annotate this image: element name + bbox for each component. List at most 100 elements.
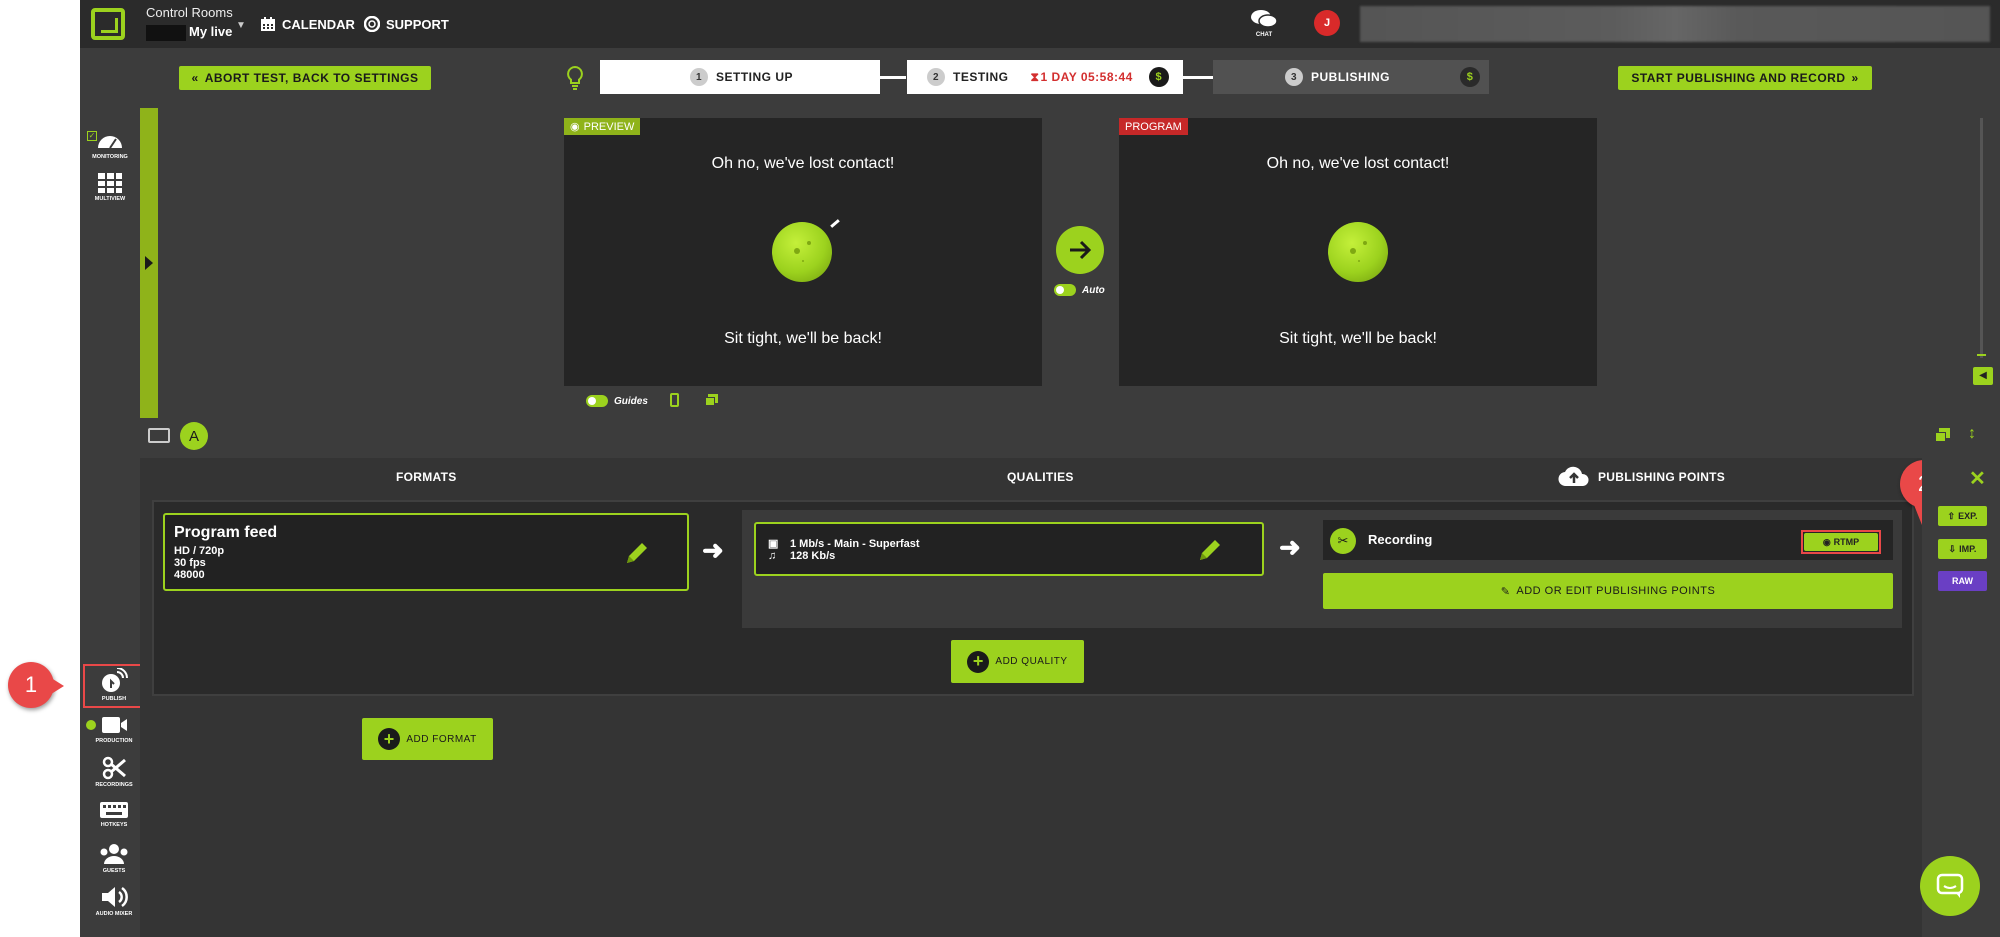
preview-monitor[interactable]: ◉ PREVIEW Oh no, we've lost contact! Sit … — [564, 118, 1042, 386]
arrow-right-icon — [1070, 240, 1092, 260]
formats-header: FORMATS — [396, 470, 457, 484]
export-button[interactable]: ⇧ EXP. — [1938, 506, 1987, 526]
plus-icon: + — [967, 650, 990, 673]
marker-1-pointer — [48, 676, 64, 696]
quality-card[interactable]: ▣ 1 Mb/s - Main - Superfast ♫ 128 Kb/s — [754, 522, 1264, 576]
preview-tag: ◉ PREVIEW — [564, 118, 641, 135]
music-icon: ♫ — [768, 550, 777, 562]
sidebar-item-hotkeys[interactable]: HOTKEYS — [90, 800, 138, 828]
video-camera-icon — [102, 717, 127, 733]
sidebar-item-monitoring[interactable]: MONITORING — [86, 128, 134, 160]
avatar-initial: J — [1323, 17, 1331, 29]
resize-vertical-icon[interactable]: ↕ — [1968, 425, 1976, 443]
export-label: EXP. — [1958, 511, 1978, 521]
guides-switch[interactable] — [586, 395, 608, 407]
transition-button[interactable] — [1056, 226, 1104, 274]
pencil-icon[interactable] — [1196, 536, 1224, 564]
mobile-icon[interactable] — [670, 393, 679, 407]
step-1-label: SETTING UP — [716, 70, 794, 84]
app-window: Control Rooms My live ▼ CALENDAR SUPPORT… — [80, 0, 2000, 937]
publishing-points-header: PUBLISHING POINTS — [1598, 470, 1726, 484]
arrow-right-icon: ➜ — [1279, 532, 1301, 562]
volume-icon[interactable]: ◀ — [1973, 367, 1993, 385]
program-message-top: Oh no, we've lost contact! — [1266, 155, 1450, 172]
live-selector[interactable]: My live — [146, 24, 232, 41]
raw-button[interactable]: RAW — [1938, 571, 1987, 591]
calendar-icon — [261, 17, 275, 31]
app-logo[interactable] — [91, 8, 125, 40]
add-edit-publishing-points-button[interactable]: ✎ ADD OR EDIT PUBLISHING POINTS — [1323, 573, 1893, 609]
sidebar-item-recordings[interactable]: RECORDINGS — [90, 756, 138, 788]
speaker-icon — [102, 886, 128, 908]
scene-panel-toggle[interactable] — [140, 108, 158, 418]
auto-toggle[interactable]: Auto — [1054, 284, 1105, 296]
copy-icon[interactable] — [705, 394, 718, 406]
lightbulb-icon[interactable] — [565, 65, 585, 91]
step-publishing[interactable]: 3 PUBLISHING $ — [1213, 60, 1489, 94]
ball-graphic — [772, 222, 832, 282]
guides-toggle[interactable]: Guides — [586, 395, 648, 407]
double-chevron-left-icon: « — [191, 71, 199, 85]
cloud-upload-icon — [1558, 466, 1590, 493]
keyboard-icon — [100, 802, 128, 818]
keyboard-icon[interactable] — [148, 428, 170, 443]
users-icon — [100, 844, 128, 864]
ball-graphic — [1328, 222, 1388, 282]
quality-audio: 128 Kb/s — [790, 550, 836, 562]
upload-icon: ⇧ — [1947, 510, 1956, 521]
add-format-button[interactable]: + ADD FORMAT — [362, 718, 493, 760]
rtmp-button[interactable]: ◉ RTMP — [1804, 533, 1878, 551]
sidebar-item-production[interactable]: PRODUCTION — [90, 714, 138, 744]
double-chevron-right-icon: » — [1851, 71, 1859, 85]
preview-message-bottom: Sit tight, we'll be back! — [724, 330, 882, 347]
audio-meter-level — [1977, 354, 1986, 356]
avatar[interactable]: J — [1314, 10, 1340, 36]
multiview-label: MULTIVIEW — [94, 196, 126, 202]
help-chat-button[interactable] — [1920, 856, 1980, 916]
sidebar-item-guests[interactable]: GUESTS — [90, 842, 138, 874]
import-button[interactable]: ⇩ IMP. — [1938, 539, 1987, 559]
step-2-number: 2 — [927, 68, 945, 86]
step-connector — [876, 76, 906, 79]
pencil-icon[interactable] — [623, 539, 651, 567]
program-monitor[interactable]: PROGRAM Oh no, we've lost contact! Sit t… — [1119, 118, 1597, 386]
chat-bubble-icon — [1936, 873, 1964, 898]
sidebar-item-publish[interactable]: PUBLISH — [90, 668, 138, 702]
add-format-label: ADD FORMAT — [406, 733, 477, 745]
guides-label: Guides — [614, 395, 648, 407]
close-icon[interactable]: ✕ — [1969, 466, 1986, 491]
chat-button[interactable]: CHAT — [1250, 8, 1278, 38]
ball-sparkle — [830, 219, 840, 228]
support-link[interactable]: SUPPORT — [364, 16, 449, 32]
dollar-icon: $ — [1460, 67, 1481, 87]
chevron-down-icon[interactable]: ▼ — [236, 20, 246, 31]
start-label: START PUBLISHING AND RECORD — [1631, 71, 1846, 85]
import-label: IMP. — [1959, 544, 1977, 554]
program-tag: PROGRAM — [1119, 118, 1188, 135]
marker-1-label: 1 — [24, 672, 38, 697]
step-testing[interactable]: 2 TESTING ⧗ 1 DAY 05:58:44 $ — [907, 60, 1183, 94]
abort-test-button[interactable]: « ABORT TEST, BACK TO SETTINGS — [179, 66, 431, 90]
control-rooms-title[interactable]: Control Rooms — [146, 5, 233, 20]
auto-switch[interactable] — [1054, 284, 1076, 296]
eye-icon: ◉ — [570, 121, 580, 133]
start-publishing-button[interactable]: START PUBLISHING AND RECORD » — [1618, 66, 1872, 90]
support-label: SUPPORT — [386, 16, 449, 32]
audio-meter — [1980, 118, 1983, 358]
sidebar-item-audio-mixer[interactable]: AUDIO MIXER — [90, 885, 138, 917]
blurred-header-area — [1360, 6, 1990, 42]
sidebar-item-multiview[interactable]: MULTIVIEW — [86, 172, 134, 202]
step-setting-up[interactable]: 1 SETTING UP — [600, 60, 880, 94]
hourglass-icon: ⧗ — [1030, 69, 1040, 84]
copy-icon[interactable] — [1935, 428, 1950, 442]
calendar-link[interactable]: CALENDAR — [260, 16, 355, 32]
add-quality-label: ADD QUALITY — [995, 656, 1068, 667]
format-card-program-feed[interactable]: Program feed HD / 720p 30 fps 48000 — [163, 513, 689, 591]
program-message-bottom: Sit tight, we'll be back! — [1279, 330, 1437, 347]
recording-label: Recording — [1368, 532, 1433, 547]
add-quality-button[interactable]: + ADD QUALITY — [951, 640, 1084, 683]
format-fps: 30 fps — [174, 557, 206, 569]
chat-icon — [1251, 10, 1278, 28]
scene-a-button[interactable]: A — [180, 422, 208, 450]
live-name: My live — [189, 24, 233, 39]
